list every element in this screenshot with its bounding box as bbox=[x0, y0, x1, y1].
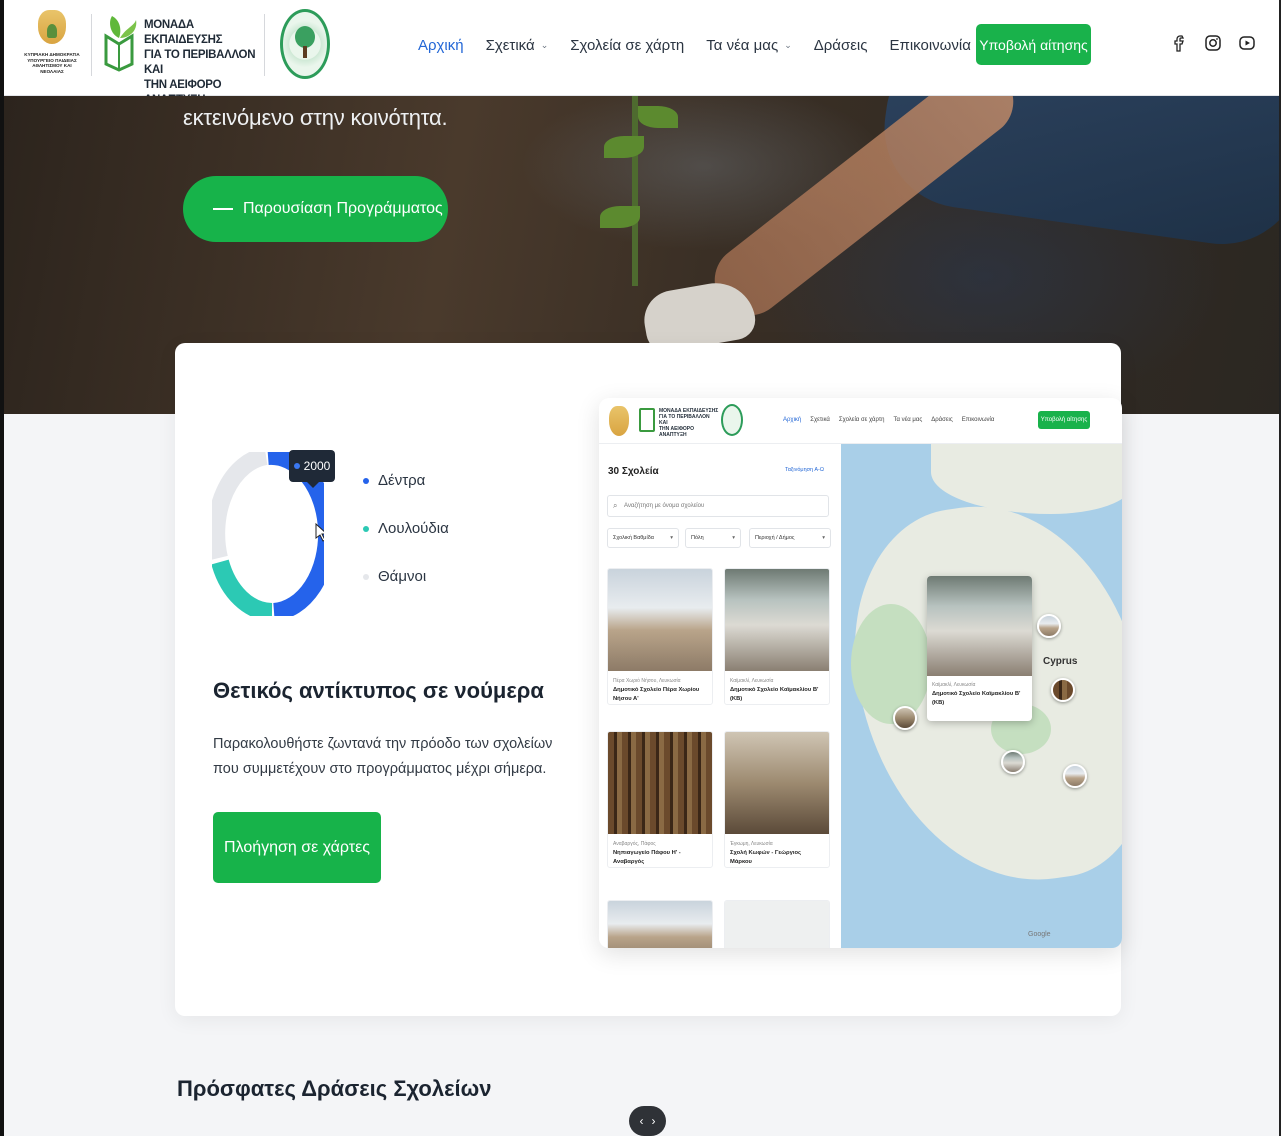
legend-dot-icon bbox=[363, 573, 369, 580]
dash-icon bbox=[213, 208, 233, 210]
donut-segment-shrubs[interactable] bbox=[212, 452, 268, 560]
schools-map-preview[interactable]: ΜΟΝΑΔΑ ΕΚΠΑΙΔΕΥΣΗΣ ΓΙΑ ΤΟ ΠΕΡΙΒΑΛΛΟΝ ΚΑΙ… bbox=[599, 398, 1122, 948]
preview-nav: Αρχική Σχετικά Σχολεία σε χάρτη Τα νέα μ… bbox=[783, 417, 995, 423]
nav-item-actions[interactable]: Δράσεις bbox=[814, 37, 868, 54]
slider-control[interactable]: ‹ › bbox=[629, 1106, 666, 1136]
chart-tooltip: 2000 bbox=[289, 450, 335, 488]
divider bbox=[91, 14, 92, 76]
program-presentation-button[interactable]: Παρουσίαση Προγράμματος bbox=[183, 176, 448, 242]
filter-city: Πόλη bbox=[685, 528, 741, 548]
nav-item-schools-map[interactable]: Σχολεία σε χάρτη bbox=[570, 37, 684, 54]
recent-actions-title: Πρόσφατες Δράσεις Σχολείων bbox=[177, 1076, 492, 1101]
map-pin bbox=[1037, 614, 1061, 638]
impact-title: Θετικός αντίκτυπος σε νούμερα bbox=[213, 678, 544, 703]
preview-apply-button: Υποβολή αίτησης bbox=[1038, 411, 1090, 429]
preview-header: ΜΟΝΑΔΑ ΕΚΠΑΙΔΕΥΣΗΣ ΓΙΑ ΤΟ ΠΕΡΙΒΑΛΛΟΝ ΚΑΙ… bbox=[599, 398, 1122, 444]
navigate-maps-button[interactable]: Πλοήγηση σε χάρτες bbox=[213, 812, 381, 883]
crest-icon bbox=[38, 10, 66, 44]
book-leaf-icon[interactable] bbox=[100, 14, 138, 72]
legend-dot-icon bbox=[363, 525, 369, 532]
hero-text: εκτεινόμενο στην κοινότητα. bbox=[183, 105, 448, 130]
youtube-icon[interactable] bbox=[1237, 33, 1257, 53]
filter-area: Περιοχή / Δήμος bbox=[749, 528, 831, 548]
school-photo bbox=[608, 569, 712, 671]
tooltip-dot-icon bbox=[293, 463, 300, 469]
legend-item-trees[interactable]: Δέντρα bbox=[363, 472, 425, 489]
book-leaf-icon bbox=[639, 408, 655, 432]
legend-dot-icon bbox=[363, 477, 369, 484]
impact-description: Παρακολουθήστε ζωντανά την πρόοδο των σχ… bbox=[213, 736, 553, 777]
school-card: Αναβαργός, Πάφος Νηπιαγωγείο Πάφου Η' - … bbox=[607, 731, 713, 868]
donut-segment-flowers[interactable] bbox=[212, 559, 273, 616]
school-photo bbox=[725, 732, 829, 834]
nav-item-about[interactable]: Σχετικά ⌄ bbox=[486, 37, 549, 54]
preview-school-list: 30 Σχολεία Ταξινόμηση Α-Ω Αναζήτηση με ό… bbox=[599, 444, 841, 948]
unit-name: ΜΟΝΑΔΑ ΕΚΠΑΙΔΕΥΣΗΣ ΓΙΑ ΤΟ ΠΕΡΙΒΑΛΛΟΝ ΚΑΙ… bbox=[144, 19, 256, 106]
map-pin bbox=[1051, 678, 1075, 702]
map-popup: Καϊμακλί, Λευκωσία Δημοτικό Σχολείο Καϊμ… bbox=[927, 576, 1032, 721]
map-credit: Google bbox=[1028, 931, 1051, 938]
nav-item-news[interactable]: Τα νέα μας ⌄ bbox=[706, 37, 791, 54]
instagram-icon[interactable] bbox=[1203, 33, 1223, 53]
apply-button[interactable]: Υποβολή αίτησης bbox=[976, 24, 1091, 65]
school-card bbox=[724, 900, 830, 948]
site-header: ΚΥΠΡΙΑΚΗ ΔΗΜΟΚΡΑΤΙΑ ΥΠΟΥΡΓΕΙΟ ΠΑΙΔΕΙΑΣ Α… bbox=[4, 0, 1279, 106]
facebook-icon[interactable] bbox=[1170, 33, 1190, 53]
school-card bbox=[607, 900, 713, 948]
school-card: Έγκωμη, Λευκωσία Σχολή Κωφών - Γεώργιος … bbox=[724, 731, 830, 868]
preview-search-input: Αναζήτηση με όνομα σχολείου bbox=[607, 495, 829, 517]
preview-map: Καϊμακλί, Λευκωσία Δημοτικό Σχολείο Καϊμ… bbox=[841, 444, 1122, 948]
main-nav: Αρχική Σχετικά ⌄ Σχολεία σε χάρτη Τα νέα … bbox=[418, 34, 993, 56]
legend-item-flowers[interactable]: Λουλούδια bbox=[363, 520, 449, 537]
tree-seal-logo bbox=[721, 404, 743, 436]
chevron-right-icon[interactable]: › bbox=[652, 1114, 656, 1128]
tree-icon bbox=[295, 26, 315, 48]
sort-control: Ταξινόμηση Α-Ω bbox=[785, 467, 824, 473]
school-card: Πέρα Χωριό Νήσου, Λευκωσία Δημοτικό Σχολ… bbox=[607, 568, 713, 705]
tree-seal-logo[interactable] bbox=[280, 9, 330, 79]
cyprus-government-logo[interactable]: ΚΥΠΡΙΑΚΗ ΔΗΜΟΚΡΑΤΙΑ ΥΠΟΥΡΓΕΙΟ ΠΑΙΔΕΙΑΣ Α… bbox=[22, 10, 82, 80]
school-photo bbox=[608, 732, 712, 834]
map-pin bbox=[1001, 750, 1025, 774]
nav-item-contact[interactable]: Επικοινωνία bbox=[889, 37, 970, 54]
map-label: Cyprus bbox=[1043, 656, 1078, 667]
crest-icon bbox=[609, 406, 629, 436]
map-pin bbox=[1063, 764, 1087, 788]
map-pin bbox=[893, 706, 917, 730]
divider bbox=[264, 14, 265, 76]
school-count: 30 Σχολεία bbox=[608, 466, 659, 477]
nav-item-home[interactable]: Αρχική bbox=[418, 37, 464, 54]
chevron-down-icon: ⌄ bbox=[784, 39, 792, 50]
filter-school-level: Σχολική Βαθμίδα bbox=[607, 528, 679, 548]
school-photo bbox=[725, 569, 829, 671]
chevron-left-icon[interactable]: ‹ bbox=[640, 1114, 644, 1128]
chevron-down-icon: ⌄ bbox=[540, 39, 549, 50]
school-card: Καϊμακλί, Λευκωσία Δημοτικό Σχολείο Καϊμ… bbox=[724, 568, 830, 705]
legend-item-shrubs[interactable]: Θάμνοι bbox=[363, 568, 426, 585]
